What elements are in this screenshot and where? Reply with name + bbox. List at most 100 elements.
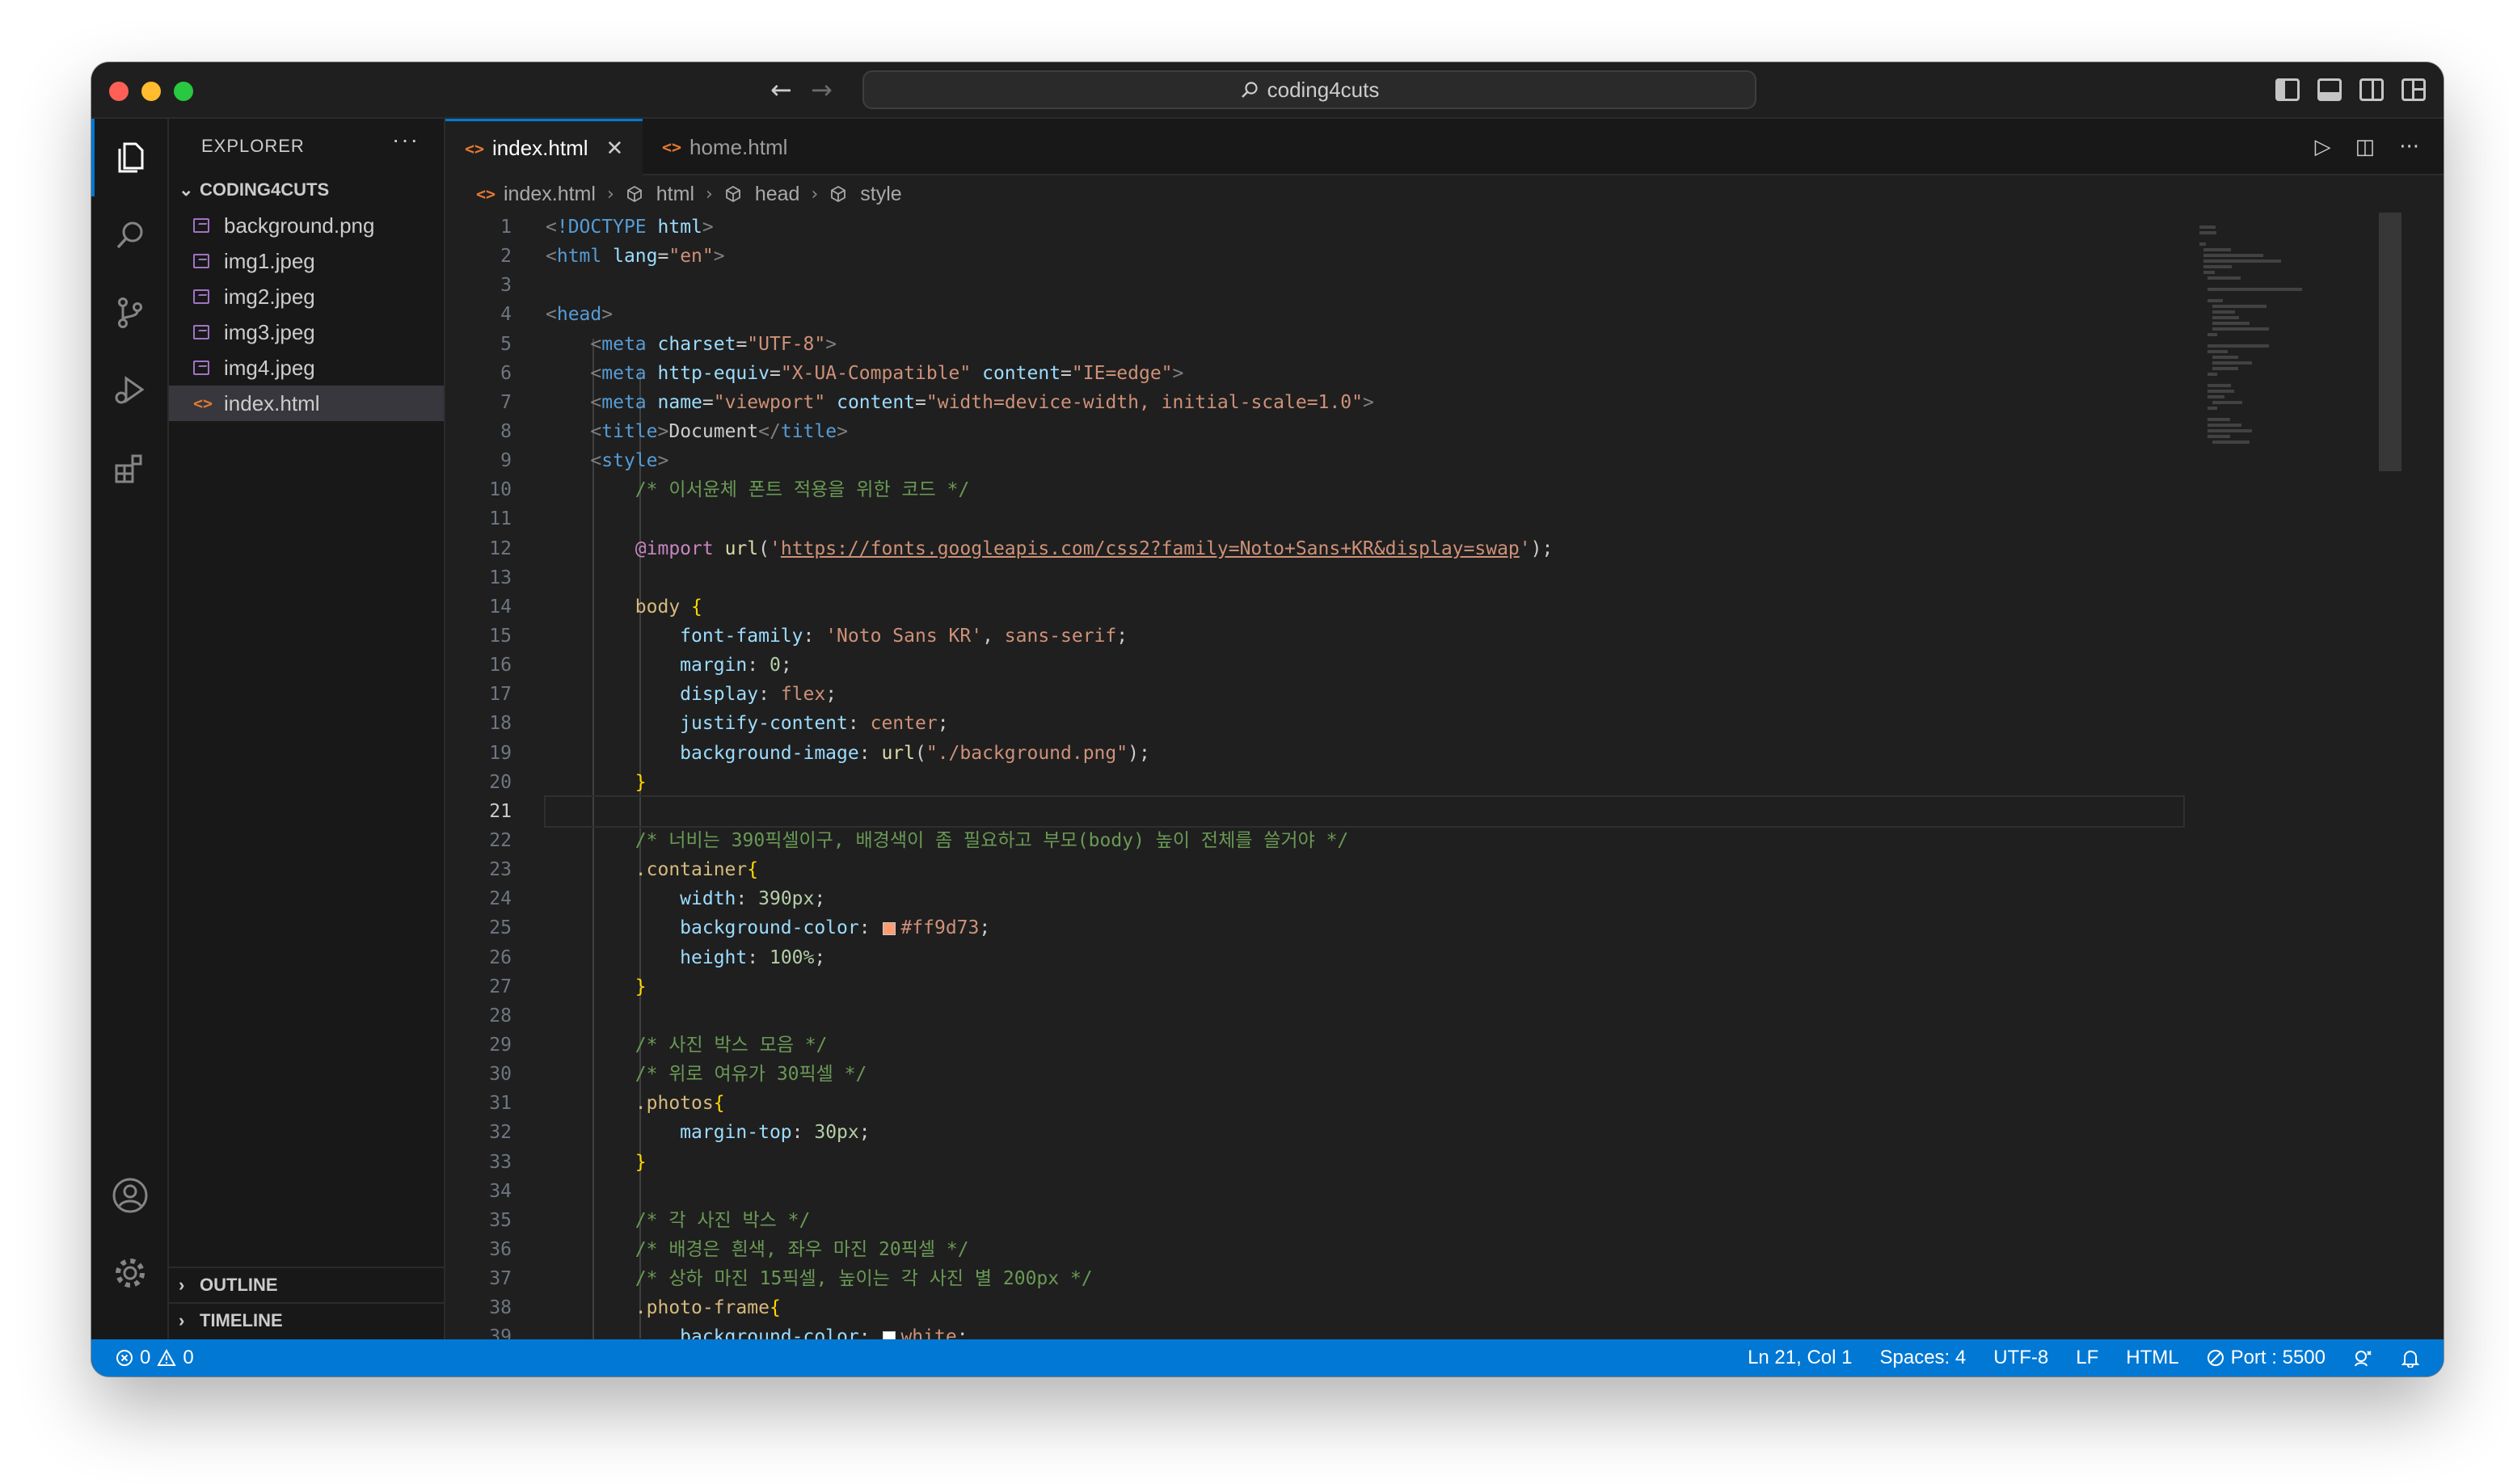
toggle-primary-sidebar-icon[interactable] [2275,78,2300,101]
code-line[interactable]: .container{ [546,855,2401,884]
code-line[interactable] [546,504,2401,533]
code-line[interactable]: font-family: 'Noto Sans KR', sans-serif; [546,622,2401,651]
file-item-index-html[interactable]: <> index.html [169,386,444,421]
code-lines[interactable]: <!DOCTYPE html> <html lang="en"> <head> <m… [544,213,2401,1339]
customize-layout-icon[interactable] [2401,78,2426,101]
problems-indicator[interactable]: 0 0 [116,1339,194,1376]
code-token: , [982,625,1005,647]
code-line[interactable]: <style> [546,446,2401,475]
code-line[interactable]: <title>Document</title> [546,417,2401,446]
code-line[interactable] [546,563,2401,592]
code-line[interactable]: margin: 0; [546,651,2401,680]
breadcrumb-style[interactable]: style [860,183,901,206]
code-line[interactable] [546,1001,2401,1031]
file-item-img3[interactable]: img3.jpeg [169,314,444,350]
code-line[interactable]: /* 각 사진 박스 */ [546,1206,2401,1235]
back-arrow-icon[interactable]: ← [770,74,792,106]
code-line[interactable] [546,271,2401,300]
close-icon[interactable]: ✕ [606,137,624,161]
code-line[interactable]: /* 사진 박스 모음 */ [546,1031,2401,1060]
code-line[interactable] [544,795,2185,828]
cursor-position[interactable]: Ln 21, Col 1 [1748,1347,1852,1369]
code-line[interactable] [546,1177,2401,1206]
code-line[interactable]: height: 100%; [546,943,2401,972]
timeline-section[interactable]: › TIMELINE [169,1302,444,1338]
breadcrumb-file[interactable]: index.html [504,183,596,206]
more-actions-icon[interactable]: ··· [2399,135,2419,159]
code-line[interactable]: background-color: white; [546,1322,2401,1339]
code-line[interactable]: <head> [546,300,2401,329]
toggle-panel-icon[interactable] [2317,78,2342,101]
code-line[interactable]: /* 위로 여유가 30픽셀 */ [546,1060,2401,1089]
folder-coding4cuts[interactable]: ⌄ CODING4CUTS [169,172,444,208]
code-line[interactable]: } [546,972,2401,1001]
code-line[interactable]: <meta charset="UTF-8"> [546,330,2401,359]
manage-gear-icon[interactable] [91,1234,169,1312]
maximize-window-button[interactable] [174,82,193,101]
run-debug-icon[interactable] [91,352,169,429]
code-line[interactable]: display: flex; [546,680,2401,709]
file-item-img1[interactable]: img1.jpeg [169,243,444,279]
code-line[interactable]: margin-top: 30px; [546,1118,2401,1147]
run-icon[interactable]: ▷ [2315,135,2331,159]
indentation[interactable]: Spaces: 4 [1879,1347,1966,1369]
vertical-scrollbar[interactable] [2379,213,2401,471]
code-line[interactable]: justify-content: center; [546,709,2401,738]
code-line[interactable]: background-color: #ff9d73; [546,913,2401,942]
code-line[interactable]: <meta name="viewport" content="width=dev… [546,388,2401,417]
split-editor-icon[interactable]: ◫ [2355,135,2376,159]
code-line[interactable]: body { [546,592,2401,622]
close-window-button[interactable] [109,82,129,101]
command-center-search[interactable]: coding4cuts [862,70,1756,109]
explorer-icon[interactable] [91,119,169,196]
code-token: > [713,246,725,268]
tab-home-html[interactable]: <> home.html [643,119,807,175]
code-editor[interactable]: 1 2 3 4 5 6 7 8 9 10 11 12 13 14 15 16 17 18 19 20 21 22 23 24 2… [445,213,2401,1339]
code-line[interactable]: /* 배경은 흰색, 좌우 마진 20픽셀 */ [546,1235,2401,1264]
source-control-icon[interactable] [91,274,169,352]
code-line[interactable]: /* 이서윤체 폰트 적용을 위한 코드 */ [546,475,2401,504]
file-item-img2[interactable]: img2.jpeg [169,279,444,314]
code-line[interactable]: background-image: url("./background.png"… [546,739,2401,768]
tab-index-html[interactable]: <> index.html ✕ [445,119,643,175]
code-line[interactable]: } [546,1148,2401,1177]
port-label: Port : 5500 [2230,1347,2326,1368]
code-line[interactable]: .photos{ [546,1089,2401,1118]
line-number: 17 [489,684,512,706]
minimap[interactable] [2199,226,2304,678]
more-actions-icon[interactable]: ··· [392,127,420,153]
line-ending[interactable]: LF [2076,1347,2098,1369]
line-number: 24 [489,888,512,910]
code-line[interactable]: width: 390px; [546,884,2401,913]
bell-icon[interactable] [2401,1348,2419,1368]
code-line[interactable]: .photo-frame{ [546,1293,2401,1322]
toggle-secondary-sidebar-icon[interactable] [2359,78,2384,101]
search-icon[interactable] [91,196,169,274]
code-line[interactable]: <meta http-equiv="X-UA-Compatible" conte… [546,359,2401,388]
minimize-window-button[interactable] [141,82,161,101]
code-line[interactable]: /* 상하 마진 15픽셀, 높이는 각 사진 별 200px */ [546,1264,2401,1293]
file-item-img4[interactable]: img4.jpeg [169,350,444,386]
breadcrumb-html[interactable]: html [656,183,694,206]
code-token: meta [601,333,647,355]
code-line[interactable]: } [546,768,2401,797]
extensions-icon[interactable] [91,429,169,507]
forward-arrow-icon[interactable]: → [811,74,833,106]
line-number: 36 [489,1238,512,1260]
file-item-background-png[interactable]: background.png [169,208,444,243]
feedback-icon[interactable] [2353,1348,2374,1368]
breadcrumb-head[interactable]: head [755,183,800,206]
outline-section[interactable]: › OUTLINE [169,1267,444,1302]
account-icon[interactable] [91,1157,169,1234]
language-mode[interactable]: HTML [2126,1347,2178,1369]
code-line[interactable]: /* 너비는 390픽셀이구, 배경색이 좀 필요하고 부모(body) 높이 … [546,826,2401,855]
code-token: @import [635,538,714,559]
code-line[interactable]: @import url('https://fonts.googleapis.co… [546,534,2401,563]
minimap-line [2207,344,2269,348]
code-line[interactable]: <!DOCTYPE html> [546,213,2401,242]
code-token: < [546,217,557,238]
encoding[interactable]: UTF-8 [1993,1347,2048,1369]
code-line[interactable]: <html lang="en"> [546,242,2401,271]
live-server-port[interactable]: Port : 5500 [2207,1347,2326,1369]
